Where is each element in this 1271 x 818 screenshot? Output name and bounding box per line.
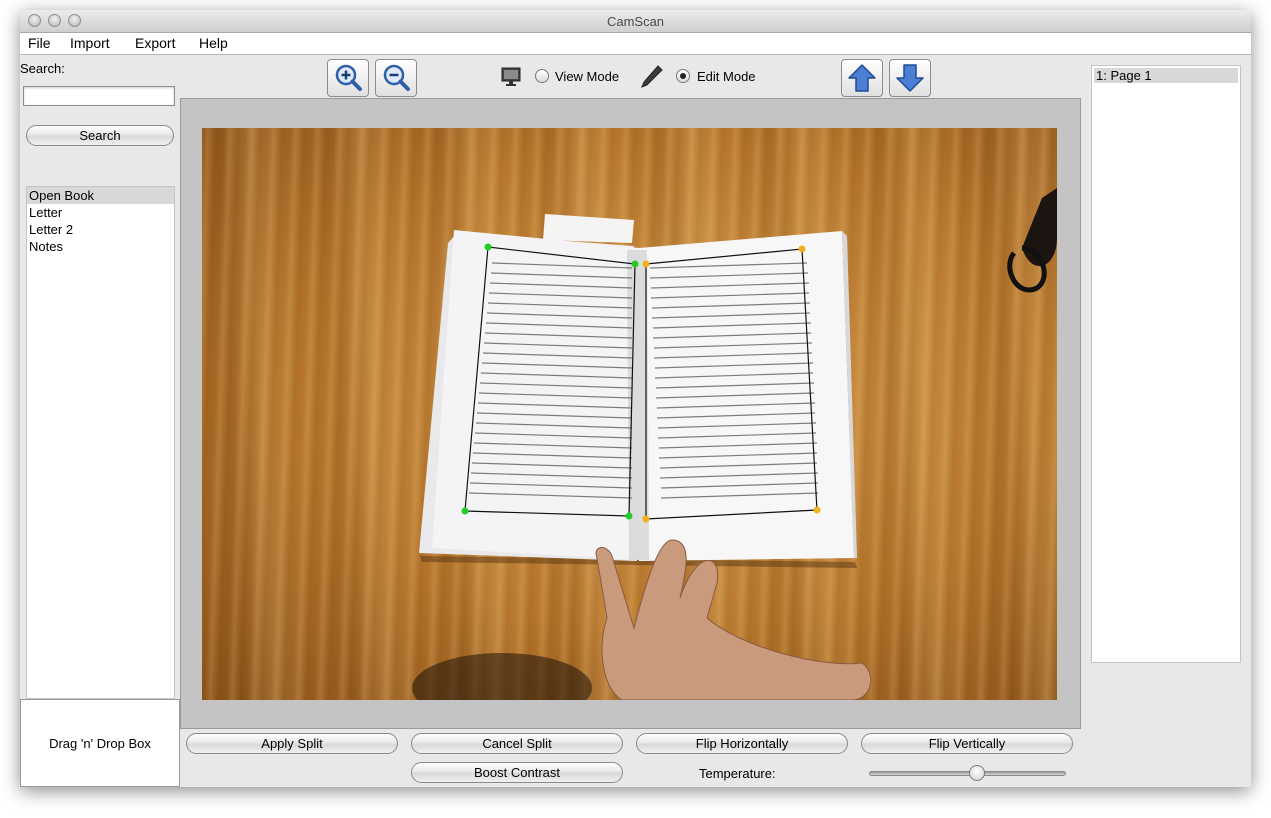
pencil-icon	[641, 65, 663, 88]
document-item-letter-2[interactable]: Letter 2	[27, 221, 174, 238]
flip-vertically-button[interactable]: Flip Vertically	[861, 733, 1073, 754]
temperature-slider-thumb[interactable]	[969, 765, 985, 781]
zoom-out-button[interactable]	[375, 59, 417, 97]
temperature-label: Temperature:	[699, 766, 776, 781]
document-item-letter[interactable]: Letter	[27, 204, 174, 221]
title-bar: CamScan	[20, 10, 1251, 33]
zoom-in-button[interactable]	[327, 59, 369, 97]
arrow-down-icon	[896, 64, 924, 92]
menu-bar: File Import Export Help	[20, 33, 1251, 55]
zoom-in-icon	[335, 64, 362, 91]
book-photo-drawing	[412, 188, 1057, 700]
monitor-icon	[501, 67, 521, 86]
zoom-out-icon	[383, 64, 410, 91]
image-canvas	[180, 98, 1081, 729]
app-window: CamScan File Import Export Help Search: …	[20, 10, 1251, 787]
move-page-down-button[interactable]	[889, 59, 931, 97]
page-list: 1: Page 1	[1091, 65, 1241, 663]
view-mode-label: View Mode	[555, 69, 620, 84]
drag-drop-label: Drag 'n' Drop Box	[49, 735, 151, 751]
flip-horizontally-button[interactable]: Flip Horizontally	[636, 733, 848, 754]
window-title: CamScan	[606, 14, 665, 29]
document-list: Open Book Letter Letter 2 Notes	[26, 186, 175, 699]
edit-mode-radio[interactable]	[676, 69, 690, 83]
search-input[interactable]	[23, 86, 175, 106]
left-panel: Search: Search Open Book Letter Letter 2…	[20, 54, 180, 787]
temperature-slider-track[interactable]	[869, 771, 1066, 776]
document-item-open-book[interactable]: Open Book	[27, 187, 174, 204]
move-page-up-button[interactable]	[841, 59, 883, 97]
document-item-notes[interactable]: Notes	[27, 238, 174, 255]
page-item-1[interactable]: 1: Page 1	[1094, 68, 1238, 83]
search-button[interactable]: Search	[26, 125, 174, 146]
menu-file[interactable]: File	[28, 34, 51, 53]
cancel-split-button[interactable]: Cancel Split	[411, 733, 623, 754]
view-mode-radio[interactable]	[535, 69, 549, 83]
scanned-photo[interactable]	[202, 128, 1057, 700]
edit-mode-label: Edit Mode	[697, 69, 756, 84]
menu-help[interactable]: Help	[199, 34, 228, 53]
menu-import[interactable]: Import	[70, 34, 110, 53]
boost-contrast-button[interactable]: Boost Contrast	[411, 762, 623, 783]
arrow-up-icon	[848, 64, 876, 92]
search-label: Search:	[20, 61, 65, 76]
drag-drop-box[interactable]: Drag 'n' Drop Box	[20, 699, 180, 787]
menu-export[interactable]: Export	[135, 34, 175, 53]
apply-split-button[interactable]: Apply Split	[186, 733, 398, 754]
